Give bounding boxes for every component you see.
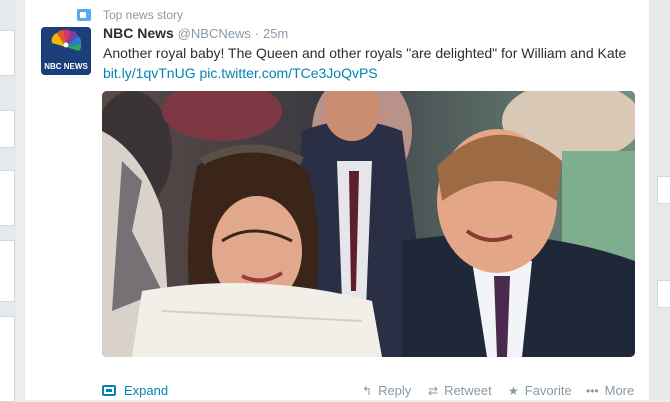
tweet-timestamp[interactable]: 25m: [263, 26, 288, 41]
more-label: More: [604, 383, 635, 398]
tweet-body: Another royal baby! The Queen and other …: [103, 45, 627, 61]
pic-link[interactable]: pic.twitter.com/TCe3JoQvPS: [199, 65, 377, 81]
separator-dot: ·: [254, 26, 260, 41]
retweet-label: Retweet: [444, 383, 492, 398]
star-icon: ★: [508, 383, 519, 398]
tweet-text: Another royal baby! The Queen and other …: [103, 43, 643, 83]
avatar-label: NBC NEWS: [44, 62, 88, 71]
left-card[interactable]: [0, 240, 15, 302]
right-column-edge: [650, 0, 670, 400]
shortlink[interactable]: bit.ly/1qvTnUG: [103, 65, 196, 81]
tweet-context: Top news story: [77, 7, 183, 23]
reply-icon: ↰: [362, 383, 373, 398]
more-dots-icon: •••: [586, 383, 599, 398]
right-card[interactable]: [657, 280, 670, 308]
reply-label: Reply: [378, 383, 412, 398]
reply-button[interactable]: ↰ Reply: [362, 383, 411, 398]
top-news-icon: [77, 9, 91, 21]
retweet-button[interactable]: ⇄ Retweet: [428, 383, 492, 398]
author-name[interactable]: NBC News: [103, 25, 174, 41]
left-card[interactable]: [0, 110, 15, 148]
author-handle[interactable]: @NBCNews: [178, 26, 251, 41]
retweet-icon: ⇄: [428, 383, 439, 398]
tweet-actions: Expand ↰ Reply ⇄ Retweet ★ Favorite ••• …: [102, 383, 635, 401]
expand-media-icon: [102, 385, 116, 396]
left-column-edge: [0, 0, 16, 402]
right-card[interactable]: [657, 176, 670, 204]
context-label: Top news story: [103, 8, 184, 22]
left-card[interactable]: [0, 30, 15, 76]
expand-button[interactable]: Expand: [102, 383, 168, 398]
favorite-button[interactable]: ★ Favorite: [508, 383, 572, 398]
more-button[interactable]: ••• More: [586, 383, 634, 398]
favorite-label: Favorite: [524, 383, 572, 398]
left-card[interactable]: [0, 316, 15, 402]
left-card[interactable]: [0, 170, 15, 226]
tweet-card[interactable]: Top news story NBC NEWS NBC News @NBCNew…: [24, 0, 650, 400]
avatar[interactable]: NBC NEWS: [41, 27, 91, 75]
tweet-photo[interactable]: [102, 91, 635, 357]
expand-label: Expand: [124, 383, 169, 398]
tweet-header: NBC News @NBCNews · 25m: [103, 24, 288, 43]
